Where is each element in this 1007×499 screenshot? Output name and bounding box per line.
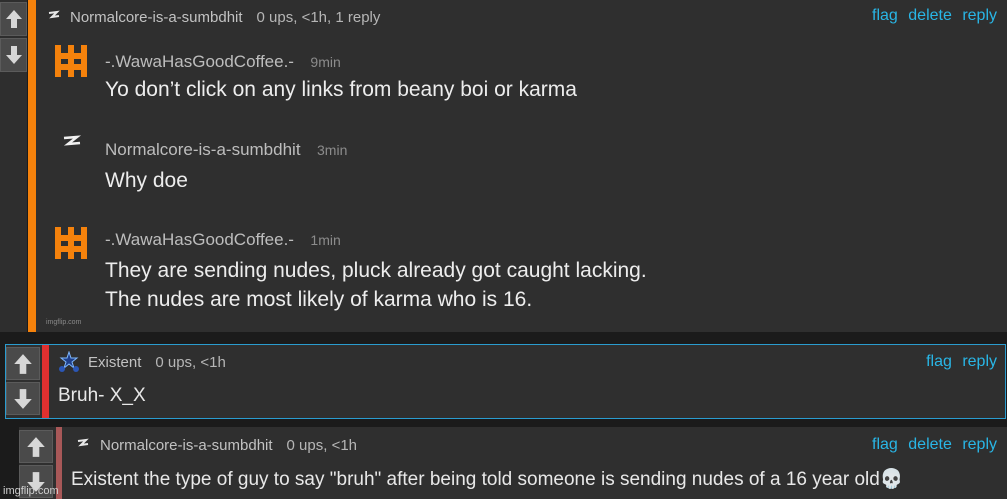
reply-link[interactable]: reply <box>962 436 997 453</box>
comment-accent-bar <box>28 0 36 332</box>
reply-link[interactable]: reply <box>962 353 997 370</box>
downvote-button[interactable] <box>0 38 27 72</box>
delete-link[interactable]: delete <box>908 7 952 24</box>
comment-image[interactable]: -.WawaHasGoodCoffee.- 9min Yo don’t clic… <box>38 30 1000 330</box>
comment-accent-bar <box>42 345 49 418</box>
comment-2: Existent 0 ups, <1h flag reply Bruh- X_X <box>5 344 1006 419</box>
image-watermark: imgflip.com <box>46 319 82 326</box>
lightning-avatar-icon <box>48 10 60 19</box>
message-time: 9min <box>310 54 341 70</box>
comment-header: Normalcore-is-a-sumbdhit 0 ups, <1h <box>75 434 357 456</box>
message-text: They are sending nudes, pluck already go… <box>105 259 647 282</box>
comment-actions: flag delete reply <box>866 7 997 25</box>
message-user: Normalcore-is-a-sumbdhit <box>105 140 301 159</box>
comment-username[interactable]: Existent <box>88 354 141 371</box>
upvote-button[interactable] <box>6 347 40 380</box>
delete-link[interactable]: delete <box>908 436 952 453</box>
vote-column-1 <box>0 0 27 332</box>
comment-meta: 0 ups, <1h, 1 reply <box>256 8 381 26</box>
upvote-button[interactable] <box>19 430 53 463</box>
message-header: -.WawaHasGoodCoffee.- 9min <box>105 52 341 72</box>
downvote-button[interactable] <box>6 382 40 415</box>
flag-link[interactable]: flag <box>872 436 898 453</box>
comment-actions: flag reply <box>920 353 997 371</box>
lightning-avatar-icon <box>63 135 82 146</box>
down-arrow-icon <box>5 46 22 64</box>
comment-meta: 0 ups, <1h <box>286 436 358 454</box>
comment-meta: 0 ups, <1h <box>155 353 226 371</box>
up-arrow-icon <box>5 10 22 28</box>
message-text: The nudes are most likely of karma who i… <box>105 288 533 311</box>
message-header: Normalcore-is-a-sumbdhit 3min <box>105 140 347 160</box>
down-arrow-icon <box>14 388 32 409</box>
message-user: -.WawaHasGoodCoffee.- <box>105 52 294 71</box>
upvote-button[interactable] <box>0 2 27 36</box>
comment-header: Normalcore-is-a-sumbdhit 0 ups, <1h, 1 r… <box>46 6 380 28</box>
comment-3: Normalcore-is-a-sumbdhit 0 ups, <1h flag… <box>19 427 1007 499</box>
flag-link[interactable]: flag <box>926 353 952 370</box>
orange-symbol-avatar-icon <box>55 45 87 77</box>
comment-header: Existent 0 ups, <1h <box>58 351 226 373</box>
message-time: 1min <box>310 232 341 248</box>
comment-actions: flag delete reply <box>866 436 997 454</box>
star-cluster-avatar-icon <box>59 351 79 372</box>
comment-username[interactable]: Normalcore-is-a-sumbdhit <box>100 437 273 454</box>
message-user: -.WawaHasGoodCoffee.- <box>105 230 294 249</box>
comment-username[interactable]: Normalcore-is-a-sumbdhit <box>70 9 243 26</box>
up-arrow-icon <box>14 353 32 374</box>
message-text: Why doe <box>105 169 188 192</box>
message-text: Yo don’t click on any links from beany b… <box>105 78 577 101</box>
page-watermark: imgflip.com <box>3 485 59 497</box>
flag-link[interactable]: flag <box>872 7 898 24</box>
vote-column-2 <box>6 345 40 418</box>
comment-1: Normalcore-is-a-sumbdhit 0 ups, <1h, 1 r… <box>28 0 1007 332</box>
message-time: 3min <box>317 142 348 158</box>
orange-symbol-avatar-icon <box>55 227 87 259</box>
comment-text: Bruh- X_X <box>58 385 146 406</box>
lightning-avatar-icon <box>77 438 89 447</box>
comment-text: Existent the type of guy to say "bruh" a… <box>71 469 904 490</box>
reply-link[interactable]: reply <box>962 7 997 24</box>
up-arrow-icon <box>27 436 45 457</box>
message-header: -.WawaHasGoodCoffee.- 1min <box>105 230 341 250</box>
